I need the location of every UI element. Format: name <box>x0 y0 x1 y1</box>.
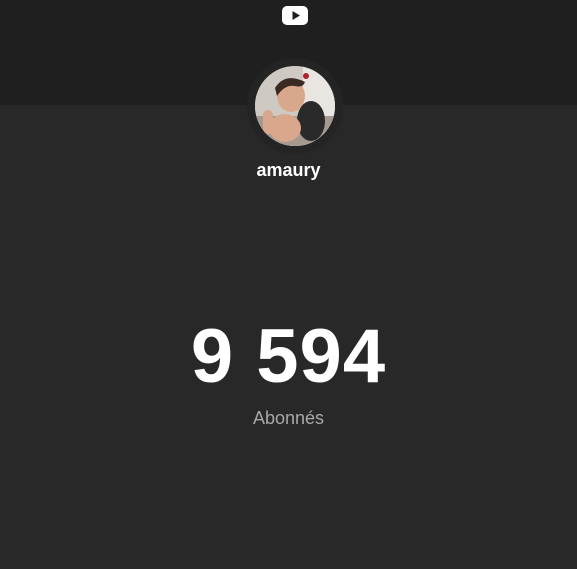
subscriber-label: Abonnés <box>252 408 325 428</box>
channel-avatar[interactable] <box>255 66 335 146</box>
avatar-photo <box>255 66 335 146</box>
youtube-icon[interactable] <box>282 6 308 25</box>
subscriber-count: 9 594 <box>190 314 387 399</box>
channel-name[interactable]: amaury <box>0 158 577 182</box>
